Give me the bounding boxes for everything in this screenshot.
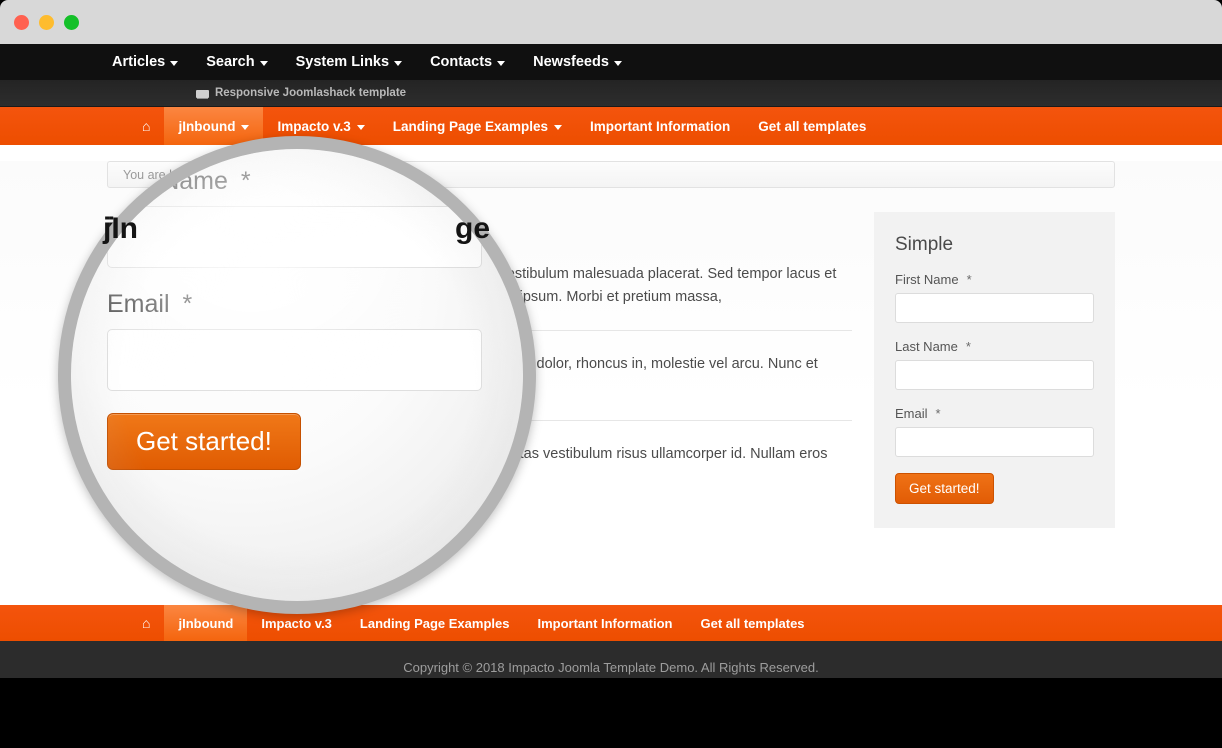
monitor-icon bbox=[195, 90, 209, 98]
last-name-label-text: Last Name bbox=[895, 339, 958, 354]
simple-form-module: Simple First Name * Last Name * Email * … bbox=[874, 212, 1115, 528]
nav-label: Important Information bbox=[590, 118, 731, 134]
chevron-down-icon bbox=[356, 124, 365, 130]
chevron-down-icon bbox=[170, 60, 179, 66]
app-window: Articles Search System Links Contacts Ne… bbox=[0, 0, 1222, 748]
magnified-email-input[interactable] bbox=[107, 329, 482, 391]
magnified-get-started-button[interactable]: Get started! bbox=[107, 413, 301, 470]
page-title-fragment-left: jIn bbox=[103, 212, 138, 245]
nav-label: Impacto v.3 bbox=[277, 118, 351, 134]
topnav-label: System Links bbox=[295, 54, 390, 70]
close-window-button[interactable] bbox=[14, 15, 29, 30]
chevron-down-icon bbox=[497, 60, 506, 66]
required-asterisk: * bbox=[935, 406, 941, 421]
slogan-text-wrap: Responsive Joomlashack template bbox=[195, 87, 407, 99]
topnav-item-contacts[interactable]: Contacts bbox=[430, 54, 506, 70]
last-name-input[interactable] bbox=[895, 360, 1094, 390]
nav-label: jInbound bbox=[178, 118, 236, 134]
nav-label: Get all templates bbox=[758, 118, 867, 134]
email-label-text: Email bbox=[895, 406, 928, 421]
topnav-item-newsfeeds[interactable]: Newsfeeds bbox=[533, 54, 622, 70]
magnified-last-name-input[interactable] bbox=[107, 206, 482, 268]
page-footer: Copyright © 2018 Impacto Joomla Template… bbox=[0, 641, 1222, 678]
footer-nav-item-important-information[interactable]: Important Information bbox=[523, 605, 686, 641]
magnifier-lens[interactable]: Last Name * Email * Get started! bbox=[58, 136, 536, 614]
get-started-button[interactable]: Get started! bbox=[895, 473, 994, 504]
copyright-line: Copyright © 2018 Impacto Joomla Template… bbox=[403, 660, 819, 675]
first-name-label: First Name * bbox=[895, 272, 1094, 287]
footer-nav-home-button[interactable]: ⌂ bbox=[128, 605, 164, 641]
footer-nav-item-get-all-templates[interactable]: Get all templates bbox=[687, 605, 819, 641]
nav-item-important-information[interactable]: Important Information bbox=[576, 107, 744, 145]
nav-item-landing-page-examples[interactable]: Landing Page Examples bbox=[379, 107, 576, 145]
home-icon: ⌂ bbox=[142, 118, 151, 134]
topnav-label: Newsfeeds bbox=[533, 54, 609, 70]
chevron-down-icon bbox=[394, 60, 403, 66]
topnav-label: Articles bbox=[112, 54, 166, 70]
first-name-label-text: First Name bbox=[895, 272, 959, 287]
chevron-down-icon bbox=[241, 124, 250, 130]
chevron-down-icon bbox=[613, 60, 622, 66]
required-asterisk: * bbox=[965, 339, 971, 354]
nav-label: Landing Page Examples bbox=[392, 118, 549, 134]
minimize-window-button[interactable] bbox=[39, 15, 54, 30]
home-icon: ⌂ bbox=[142, 615, 151, 631]
module-title: Simple bbox=[895, 234, 954, 255]
topnav-item-search[interactable]: Search bbox=[206, 54, 268, 70]
slogan-bar: Responsive Joomlashack template bbox=[0, 80, 1222, 107]
zoom-window-button[interactable] bbox=[64, 15, 79, 30]
footer-nav-item-jinbound[interactable]: jInbound bbox=[164, 605, 248, 641]
topnav-label: Contacts bbox=[430, 54, 493, 70]
bottom-navigation: ⌂ jInbound Impacto v.3 Landing Page Exam… bbox=[0, 605, 1222, 641]
topnav-label: Search bbox=[206, 54, 255, 70]
email-input[interactable] bbox=[895, 427, 1094, 457]
required-asterisk: * bbox=[966, 272, 972, 287]
magnified-last-name-label: Last Name * bbox=[107, 167, 523, 196]
magnified-last-name-label-text: Last Name bbox=[107, 167, 228, 195]
main-navigation: ⌂ jInbound Impacto v.3 Landing Page Exam… bbox=[0, 107, 1222, 145]
chevron-down-icon bbox=[554, 124, 563, 130]
page-title-fragment-right: ge bbox=[455, 212, 491, 245]
first-name-input[interactable] bbox=[895, 293, 1094, 323]
chevron-down-icon bbox=[259, 60, 268, 66]
required-asterisk: * bbox=[240, 167, 251, 195]
email-label: Email * bbox=[895, 406, 1094, 421]
nav-item-get-all-templates[interactable]: Get all templates bbox=[744, 107, 880, 145]
sidebar-column: Simple First Name * Last Name * Email * … bbox=[874, 212, 1115, 528]
footer-nav-item-landing-page-examples[interactable]: Landing Page Examples bbox=[346, 605, 524, 641]
nav-item-jinbound[interactable]: jInbound bbox=[164, 107, 264, 145]
required-asterisk: * bbox=[182, 290, 193, 318]
window-titlebar bbox=[0, 0, 1222, 44]
top-navigation: Articles Search System Links Contacts Ne… bbox=[0, 44, 1222, 80]
traffic-lights bbox=[14, 15, 79, 30]
slogan-text: Responsive Joomlashack template bbox=[214, 87, 407, 99]
last-name-label: Last Name * bbox=[895, 339, 1094, 354]
topnav-item-articles[interactable]: Articles bbox=[112, 54, 179, 70]
magnified-email-label: Email * bbox=[107, 290, 523, 319]
magnified-email-label-text: Email bbox=[107, 290, 170, 318]
nav-home-button[interactable]: ⌂ bbox=[128, 107, 164, 145]
topnav-item-system-links[interactable]: System Links bbox=[296, 54, 403, 70]
